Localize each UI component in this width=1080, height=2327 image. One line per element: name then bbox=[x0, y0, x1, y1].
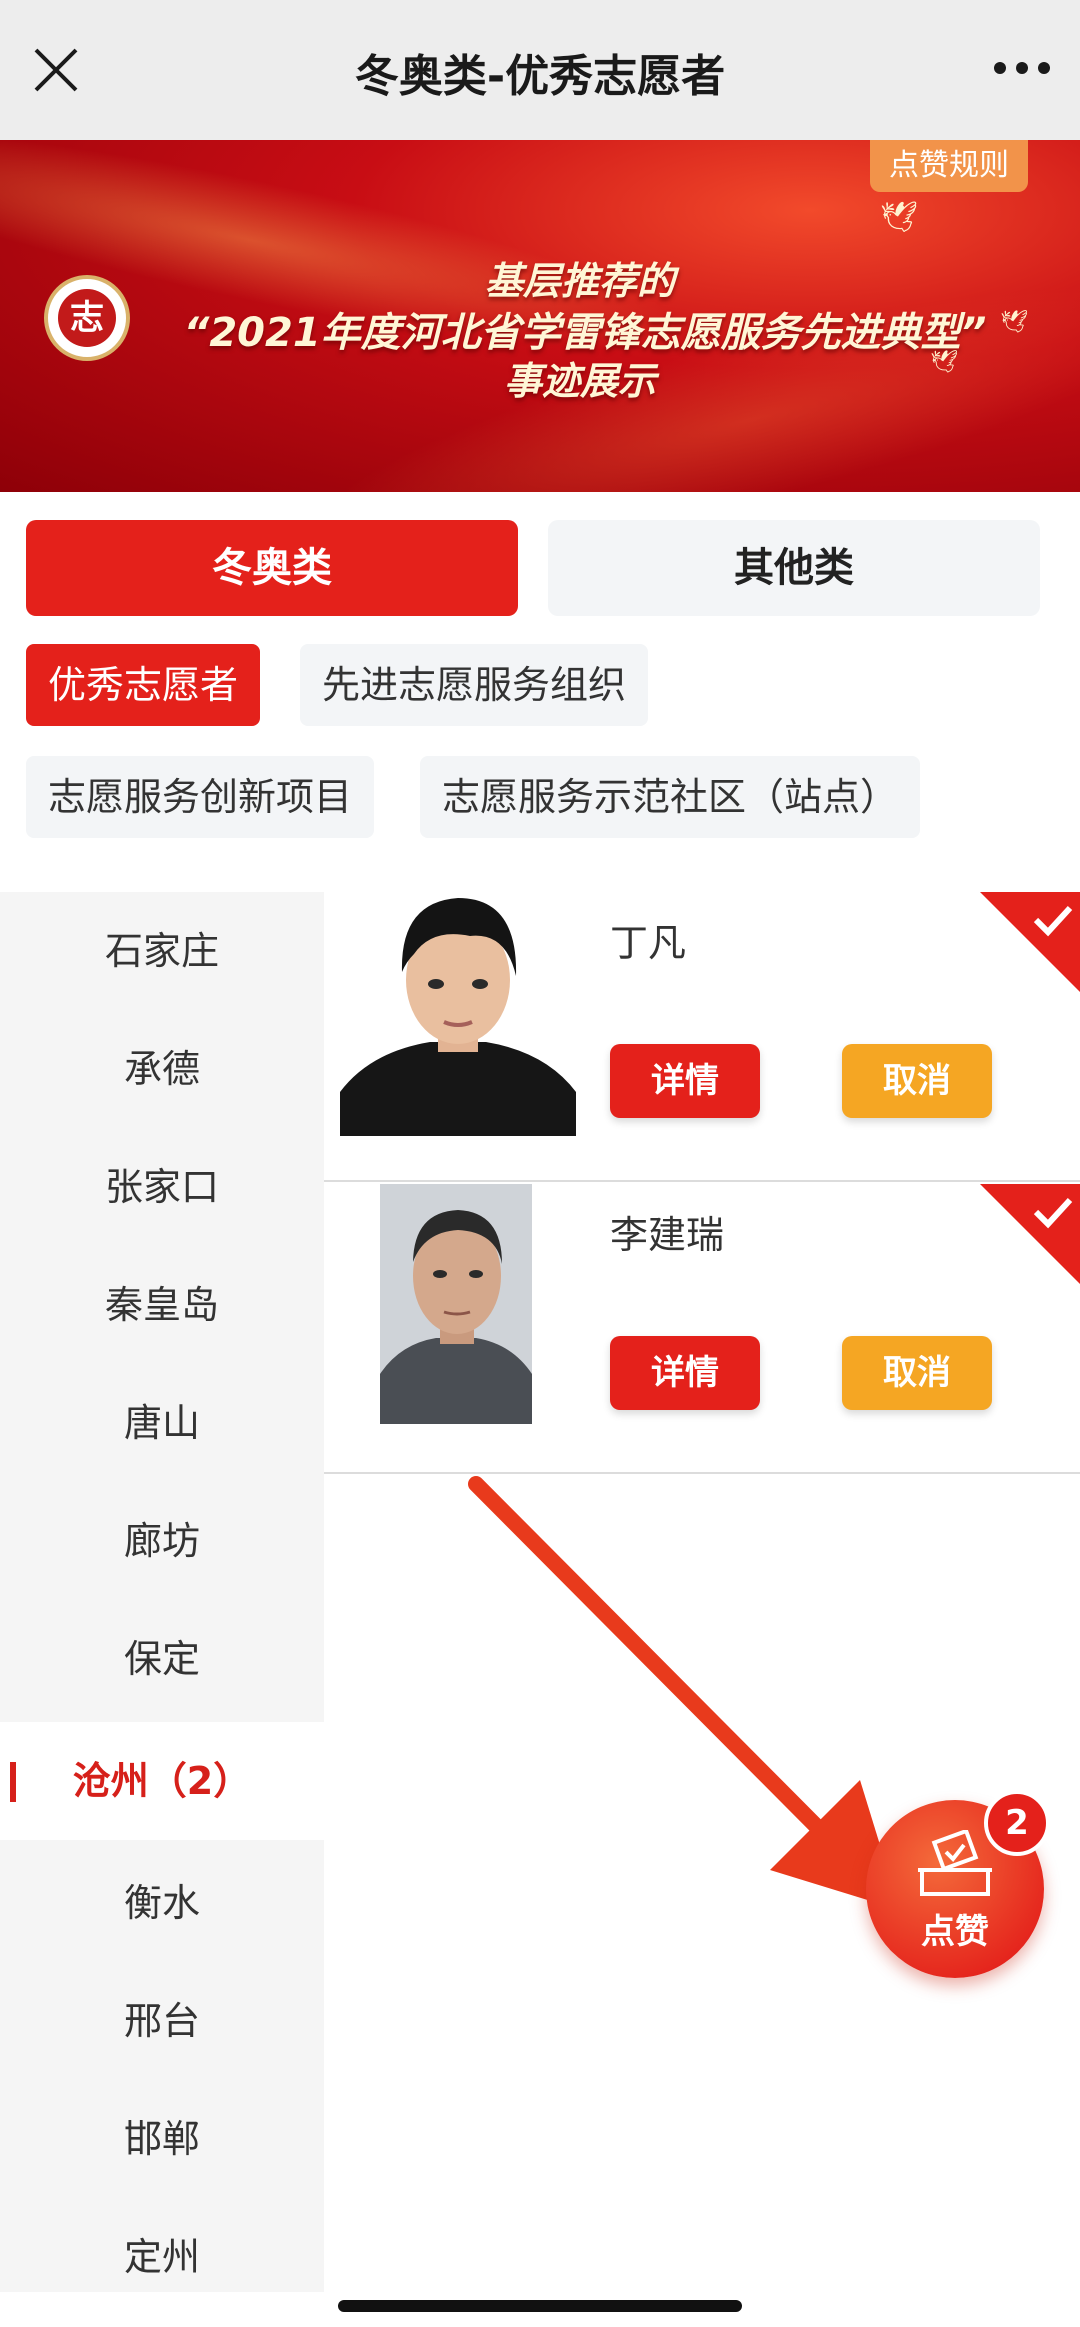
dove-icon: 🕊 bbox=[880, 200, 919, 235]
sidebar-item-langfang[interactable]: 廊坊 bbox=[0, 1482, 324, 1600]
active-indicator bbox=[10, 1762, 16, 1802]
top-navigation-bar: 冬奥类-优秀志愿者 bbox=[0, 0, 1080, 140]
detail-button[interactable]: 详情 bbox=[610, 1044, 760, 1118]
volunteer-name: 李建瑞 bbox=[610, 1213, 725, 1257]
sidebar-item-handan[interactable]: 邯郸 bbox=[0, 2080, 324, 2198]
sidebar-item-xingtai[interactable]: 邢台 bbox=[0, 1962, 324, 2080]
tag-demo-communities[interactable]: 志愿服务示范社区（站点） bbox=[420, 756, 921, 838]
home-indicator bbox=[338, 2300, 742, 2312]
sidebar-item-tangshan[interactable]: 唐山 bbox=[0, 1364, 324, 1482]
tag-innovation-projects[interactable]: 志愿服务创新项目 bbox=[26, 756, 375, 838]
banner-line-3: 事迹展示 bbox=[503, 359, 656, 403]
sidebar-item-baoding[interactable]: 保定 bbox=[0, 1600, 324, 1718]
volunteer-card: 李建瑞 详情 取消 bbox=[324, 1184, 1080, 1474]
vote-float-button[interactable]: 点赞 2 bbox=[866, 1790, 1050, 1978]
sidebar-item-qinhuangdao[interactable]: 秦皇岛 bbox=[0, 1246, 324, 1364]
city-sidebar: 石家庄 承德 张家口 秦皇岛 唐山 廊坊 保定 沧州（2） 衡水 邢台 邯郸 定… bbox=[0, 892, 324, 2292]
event-banner: 点赞规则 志 基层推荐的 “2021年度河北省学雷锋志愿服务先进典型” 事迹展示… bbox=[0, 140, 1080, 492]
page-title: 冬奥类-优秀志愿者 bbox=[354, 51, 726, 102]
like-rules-button[interactable]: 点赞规则 bbox=[870, 140, 1028, 192]
category-winter-olympics[interactable]: 冬奥类 bbox=[26, 520, 518, 616]
vote-label: 点赞 bbox=[921, 1912, 989, 1952]
cancel-vote-button[interactable]: 取消 bbox=[842, 1044, 992, 1118]
selected-check-icon bbox=[980, 892, 1080, 992]
tag-advanced-organizations[interactable]: 先进志愿服务组织 bbox=[300, 644, 649, 726]
sidebar-item-shijiazhuang[interactable]: 石家庄 bbox=[0, 892, 324, 1010]
sidebar-item-hengshui[interactable]: 衡水 bbox=[0, 1844, 324, 1962]
sidebar-item-chengde[interactable]: 承德 bbox=[0, 1010, 324, 1128]
selected-check-icon bbox=[980, 1184, 1080, 1284]
sidebar-item-dingzhou[interactable]: 定州 bbox=[0, 2198, 324, 2316]
ballot-box-icon bbox=[918, 1830, 992, 1896]
sidebar-item-zhangjiakou[interactable]: 张家口 bbox=[0, 1128, 324, 1246]
volunteer-photo[interactable] bbox=[340, 892, 576, 1136]
volunteer-card: 丁凡 详情 取消 bbox=[324, 892, 1080, 1182]
banner-line-1: 基层推荐的 bbox=[484, 259, 675, 303]
category-others[interactable]: 其他类 bbox=[548, 520, 1040, 616]
sidebar-item-label: 沧州（2） bbox=[72, 1759, 252, 1803]
detail-button[interactable]: 详情 bbox=[610, 1336, 760, 1410]
tag-outstanding-volunteers[interactable]: 优秀志愿者 bbox=[26, 644, 261, 726]
sidebar-item-cangzhou[interactable]: 沧州（2） bbox=[0, 1722, 324, 1840]
vote-count-badge: 2 bbox=[984, 1790, 1050, 1856]
dove-icon: 🕊 bbox=[930, 350, 958, 375]
volunteer-name: 丁凡 bbox=[610, 921, 687, 965]
more-options-icon[interactable] bbox=[994, 58, 1050, 78]
volunteer-photo[interactable] bbox=[380, 1184, 532, 1424]
dove-icon: 🕊 bbox=[1000, 310, 1028, 335]
cancel-vote-button[interactable]: 取消 bbox=[842, 1336, 992, 1410]
